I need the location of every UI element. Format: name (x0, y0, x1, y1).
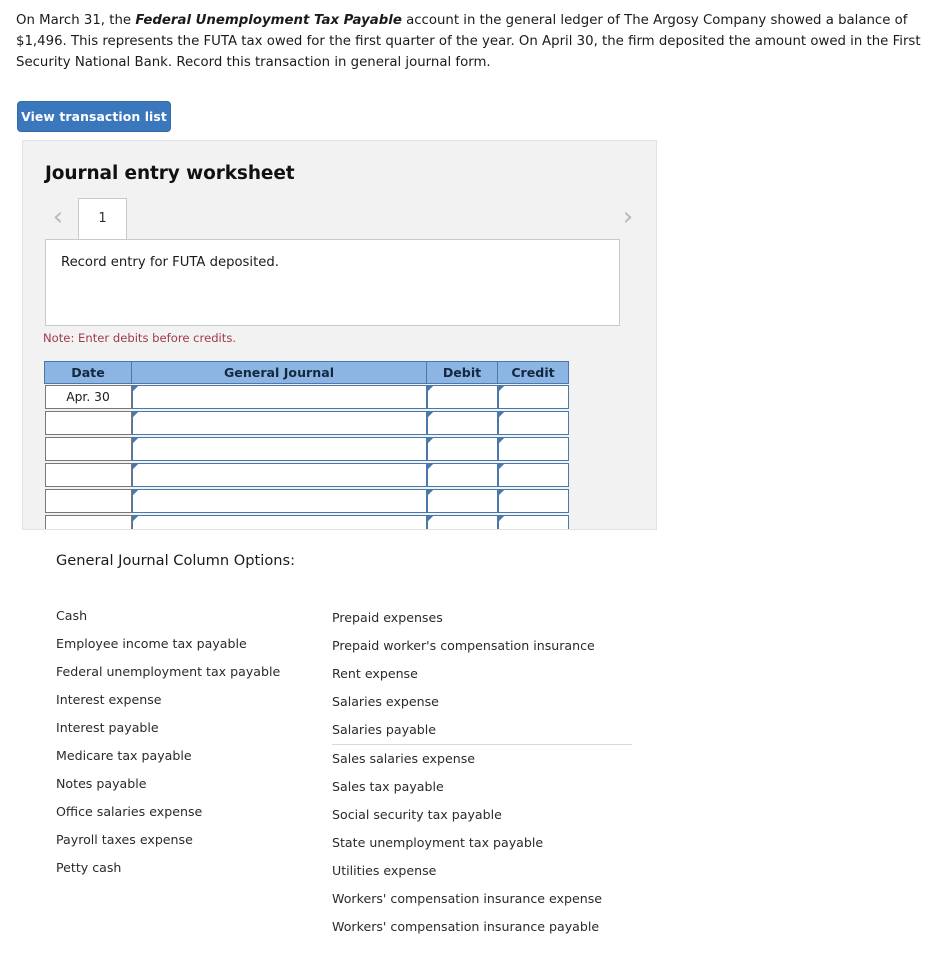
list-item[interactable]: Medicare tax payable (56, 742, 321, 770)
column-options-title: General Journal Column Options: (56, 552, 296, 569)
list-item[interactable]: Interest payable (56, 714, 321, 742)
column-header-debit: Debit (426, 361, 498, 384)
list-item[interactable]: Interest expense (56, 686, 321, 714)
journal-entry-worksheet-panel: Journal entry worksheet ‹ 1 › Record ent… (22, 140, 657, 530)
list-item[interactable]: Salaries expense (332, 688, 632, 716)
list-item[interactable]: Salaries payable (332, 716, 632, 744)
general-journal-account-input[interactable] (131, 437, 427, 461)
list-item[interactable]: Rent expense (332, 660, 632, 688)
column-header-credit: Credit (497, 361, 569, 384)
column-options-right-list: Prepaid expenses Prepaid worker's compen… (332, 604, 632, 941)
journal-table-header-row: Date General Journal Debit Credit (44, 361, 569, 384)
credit-input[interactable] (497, 515, 569, 529)
debit-input[interactable] (426, 515, 498, 529)
credit-input[interactable] (497, 411, 569, 435)
credit-input[interactable] (497, 385, 569, 409)
credit-input[interactable] (497, 437, 569, 461)
entry-prompt-box: Record entry for FUTA deposited. (45, 239, 620, 326)
column-header-general-journal: General Journal (131, 361, 427, 384)
date-cell[interactable] (44, 489, 132, 513)
worksheet-tab-1[interactable]: 1 (78, 198, 127, 240)
table-row (44, 488, 569, 514)
list-item[interactable]: Workers' compensation insurance payable (332, 913, 632, 941)
debit-input[interactable] (426, 385, 498, 409)
general-journal-account-input[interactable] (131, 385, 427, 409)
problem-emphasis: Federal Unemployment Tax Payable (135, 13, 402, 28)
credit-input[interactable] (497, 489, 569, 513)
column-header-date: Date (44, 361, 132, 384)
page-root: On March 31, the Federal Unemployment Ta… (0, 0, 945, 960)
list-item[interactable]: Prepaid worker's compensation insurance (332, 632, 632, 660)
list-item[interactable]: Petty cash (56, 854, 321, 882)
list-item[interactable]: Employee income tax payable (56, 630, 321, 658)
date-cell[interactable] (44, 515, 132, 529)
date-cell[interactable]: Apr. 30 (44, 385, 132, 409)
list-item[interactable]: Social security tax payable (332, 801, 632, 829)
debit-input[interactable] (426, 489, 498, 513)
list-item[interactable]: Cash (56, 602, 321, 630)
general-journal-account-input[interactable] (131, 463, 427, 487)
list-item[interactable]: Workers' compensation insurance expense (332, 885, 632, 913)
general-journal-account-input[interactable] (131, 515, 427, 529)
problem-statement: On March 31, the Federal Unemployment Ta… (16, 10, 926, 73)
credit-input[interactable] (497, 463, 569, 487)
list-item[interactable]: Sales salaries expense (332, 745, 632, 773)
table-row (44, 514, 569, 529)
list-item[interactable]: Office salaries expense (56, 798, 321, 826)
general-journal-account-input[interactable] (131, 411, 427, 435)
next-entry-chevron-icon[interactable]: › (615, 202, 641, 234)
debits-before-credits-note: Note: Enter debits before credits. (43, 331, 237, 345)
date-cell[interactable] (44, 463, 132, 487)
general-journal-account-input[interactable] (131, 489, 427, 513)
list-item[interactable]: Notes payable (56, 770, 321, 798)
column-options-left-list: Cash Employee income tax payable Federal… (56, 602, 321, 882)
prev-entry-chevron-icon[interactable]: ‹ (45, 202, 71, 234)
debit-input[interactable] (426, 437, 498, 461)
date-cell[interactable] (44, 437, 132, 461)
table-row (44, 462, 569, 488)
entry-prompt-text: Record entry for FUTA deposited. (61, 255, 279, 270)
list-item[interactable]: Sales tax payable (332, 773, 632, 801)
list-item[interactable]: Utilities expense (332, 857, 632, 885)
table-row: Apr. 30 (44, 384, 569, 411)
debit-input[interactable] (426, 463, 498, 487)
date-cell[interactable] (44, 411, 132, 435)
list-item[interactable]: Federal unemployment tax payable (56, 658, 321, 686)
worksheet-title: Journal entry worksheet (45, 163, 295, 184)
view-transaction-list-button[interactable]: View transaction list (17, 101, 171, 132)
list-item[interactable]: Prepaid expenses (332, 604, 632, 632)
table-row (44, 410, 569, 436)
table-row (44, 436, 569, 462)
problem-text-part1: On March 31, the (16, 13, 136, 28)
list-item[interactable]: Payroll taxes expense (56, 826, 321, 854)
debit-input[interactable] (426, 411, 498, 435)
worksheet-tabstrip: ‹ 1 › (45, 198, 641, 240)
general-journal-table: Date General Journal Debit Credit Apr. 3… (44, 361, 569, 529)
list-item[interactable]: State unemployment tax payable (332, 829, 632, 857)
